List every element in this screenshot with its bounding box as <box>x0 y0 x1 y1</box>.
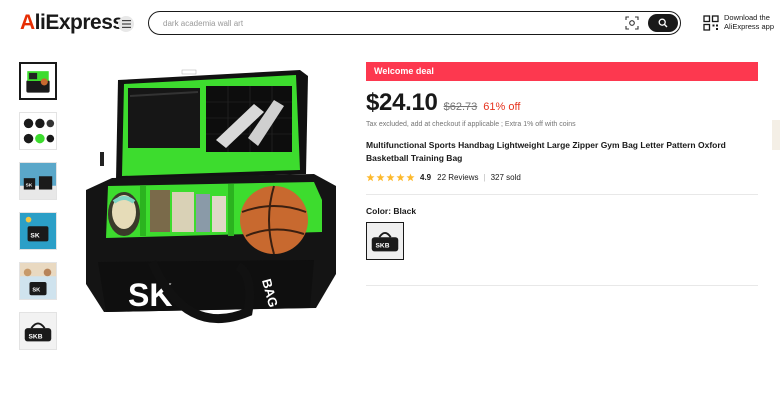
menu-icon[interactable] <box>118 16 134 32</box>
star-icon <box>396 173 405 182</box>
thumbnail-4[interactable]: SK <box>19 212 57 250</box>
star-rating <box>366 173 415 182</box>
divider <box>366 285 758 286</box>
product-info: Welcome deal $24.10 $62.73 61% off Tax e… <box>366 62 758 286</box>
welcome-deal-banner: Welcome deal <box>366 62 758 81</box>
search-icon <box>658 18 668 27</box>
sold-count: 327 sold <box>490 173 521 182</box>
separator: | <box>483 173 486 182</box>
color-label: Color: Black <box>366 206 417 216</box>
main-product-image[interactable]: SK BAG <box>78 62 343 332</box>
thumbnail-1[interactable] <box>19 62 57 100</box>
camera-search-icon[interactable] <box>625 16 639 30</box>
reviews-link[interactable]: 22 Reviews <box>437 173 478 182</box>
svg-text:SK: SK <box>32 287 41 293</box>
thumbnail-5[interactable]: SK <box>19 262 57 300</box>
svg-text:SKB: SKB <box>376 243 390 250</box>
thumbnail-6[interactable]: SKB <box>19 312 57 350</box>
thumbnail-3[interactable]: SK <box>19 162 57 200</box>
tax-note: Tax excluded, add at checkout if applica… <box>366 121 576 128</box>
star-icon <box>386 173 395 182</box>
aliexpress-logo[interactable]: AliExpress <box>20 11 124 35</box>
app-download-link[interactable]: Download the AliExpress app <box>724 13 780 31</box>
thumbnail-2[interactable] <box>19 112 57 150</box>
price-row: $24.10 $62.73 61% off <box>366 89 758 117</box>
svg-text:SK: SK <box>30 233 39 240</box>
product-title: Multifunctional Sports Handbag Lightweig… <box>366 140 726 163</box>
search-bar <box>148 11 681 35</box>
color-swatch-black[interactable]: SKB <box>366 222 404 260</box>
search-input[interactable] <box>163 15 603 31</box>
rating-score: 4.9 <box>420 173 432 182</box>
header: AliExpress Download the AliExpress app <box>0 0 780 48</box>
search-button[interactable] <box>648 13 678 32</box>
thumbnail-list: SK SK SK SKB <box>19 62 57 362</box>
star-icon <box>406 173 415 182</box>
divider <box>366 194 758 195</box>
discount-badge: 61% off <box>483 101 521 113</box>
star-icon <box>376 173 385 182</box>
qr-code-icon[interactable] <box>703 15 719 31</box>
rating-row: 4.9 22 Reviews | 327 sold <box>366 173 758 182</box>
current-price: $24.10 <box>366 89 438 116</box>
svg-text:SK: SK <box>26 183 33 189</box>
svg-text:SKB: SKB <box>29 334 43 341</box>
original-price: $62.73 <box>443 101 478 113</box>
side-panel-edge <box>772 120 780 150</box>
star-icon <box>366 173 375 182</box>
